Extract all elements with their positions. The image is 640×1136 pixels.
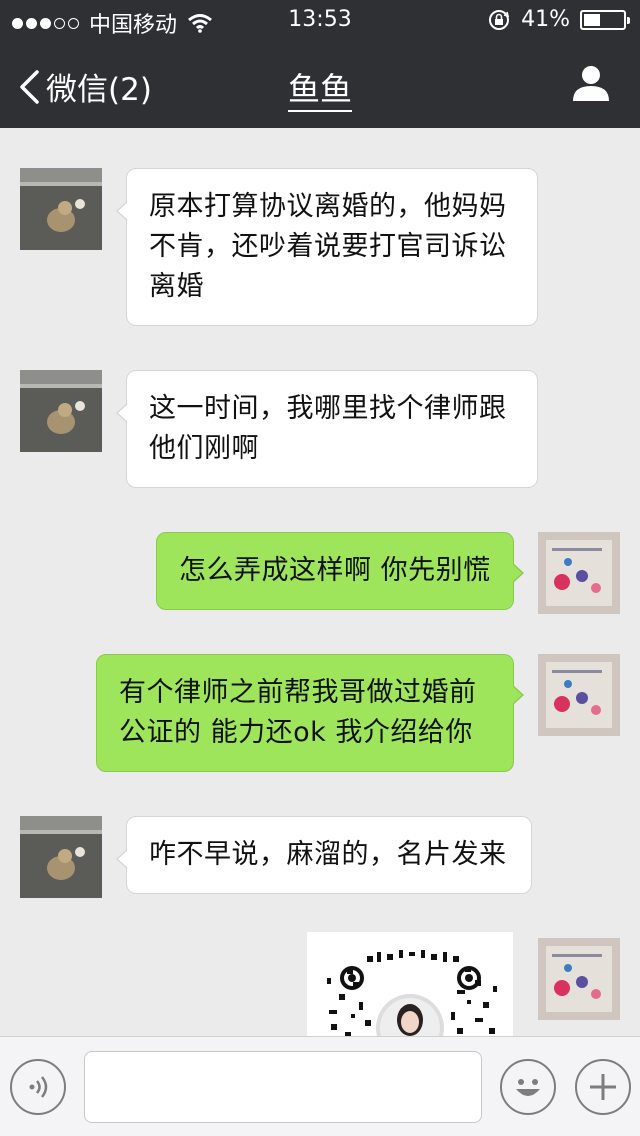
status-right: 41% [487,7,630,32]
nav-bar: 微信(2) 鱼鱼 [0,40,640,128]
message-bubble-outgoing[interactable]: 怎么弄成这样啊 你先别慌 [156,532,524,610]
my-avatar[interactable] [538,938,620,1020]
chat-area[interactable]: 原本打算协议离婚的，他妈妈不肯，还吵着说要打官司诉讼离婚 这一时间，我哪里找个律… [0,128,640,1036]
battery-icon [580,9,630,30]
plus-icon [590,1074,616,1100]
battery-fill [584,13,600,26]
more-button[interactable] [575,1059,631,1115]
message-text: 有个律师之前帮我哥做过婚前公证的 能力还ok 我介绍给你 [119,677,477,748]
message-text: 原本打算协议离婚的，他妈妈不肯，还吵着说要打官司诉讼离婚 [149,191,507,302]
battery-percent: 41% [521,7,570,32]
contact-avatar[interactable] [20,370,102,452]
contact-avatar[interactable] [20,168,102,250]
qr-code-card[interactable] [307,932,513,1036]
message-input[interactable] [84,1051,482,1123]
rotation-lock-icon [489,9,510,30]
message-text: 这一时间，我哪里找个律师跟他们刚啊 [149,393,507,464]
contact-info-button[interactable] [572,64,610,106]
my-avatar[interactable] [538,532,620,614]
message-bubble-outgoing[interactable]: 有个律师之前帮我哥做过婚前公证的 能力还ok 我介绍给你 [96,654,524,772]
message-bubble-incoming[interactable]: 咋不早说，麻溜的，名片发来 [116,816,532,894]
emoji-button[interactable] [500,1059,556,1115]
message-text: 咋不早说，麻溜的，名片发来 [149,839,507,870]
message-bubble-incoming[interactable]: 这一时间，我哪里找个律师跟他们刚啊 [116,370,538,488]
qr-code-image [307,932,513,1036]
voice-icon [29,1076,48,1098]
message-bubble-incoming[interactable]: 原本打算协议离婚的，他妈妈不肯，还吵着说要打官司诉讼离婚 [116,168,538,326]
emoji-icon [516,1079,540,1096]
message-text: 怎么弄成这样啊 你先别慌 [179,555,491,586]
chat-title-text: 鱼鱼 [287,70,352,112]
person-icon [573,66,609,101]
status-bar: 中国移动 13:53 41% [0,0,640,40]
chat-title: 鱼鱼 [0,64,640,112]
contact-avatar[interactable] [20,816,102,898]
voice-button[interactable] [10,1059,66,1115]
my-avatar[interactable] [538,654,620,736]
input-bar [0,1036,640,1136]
